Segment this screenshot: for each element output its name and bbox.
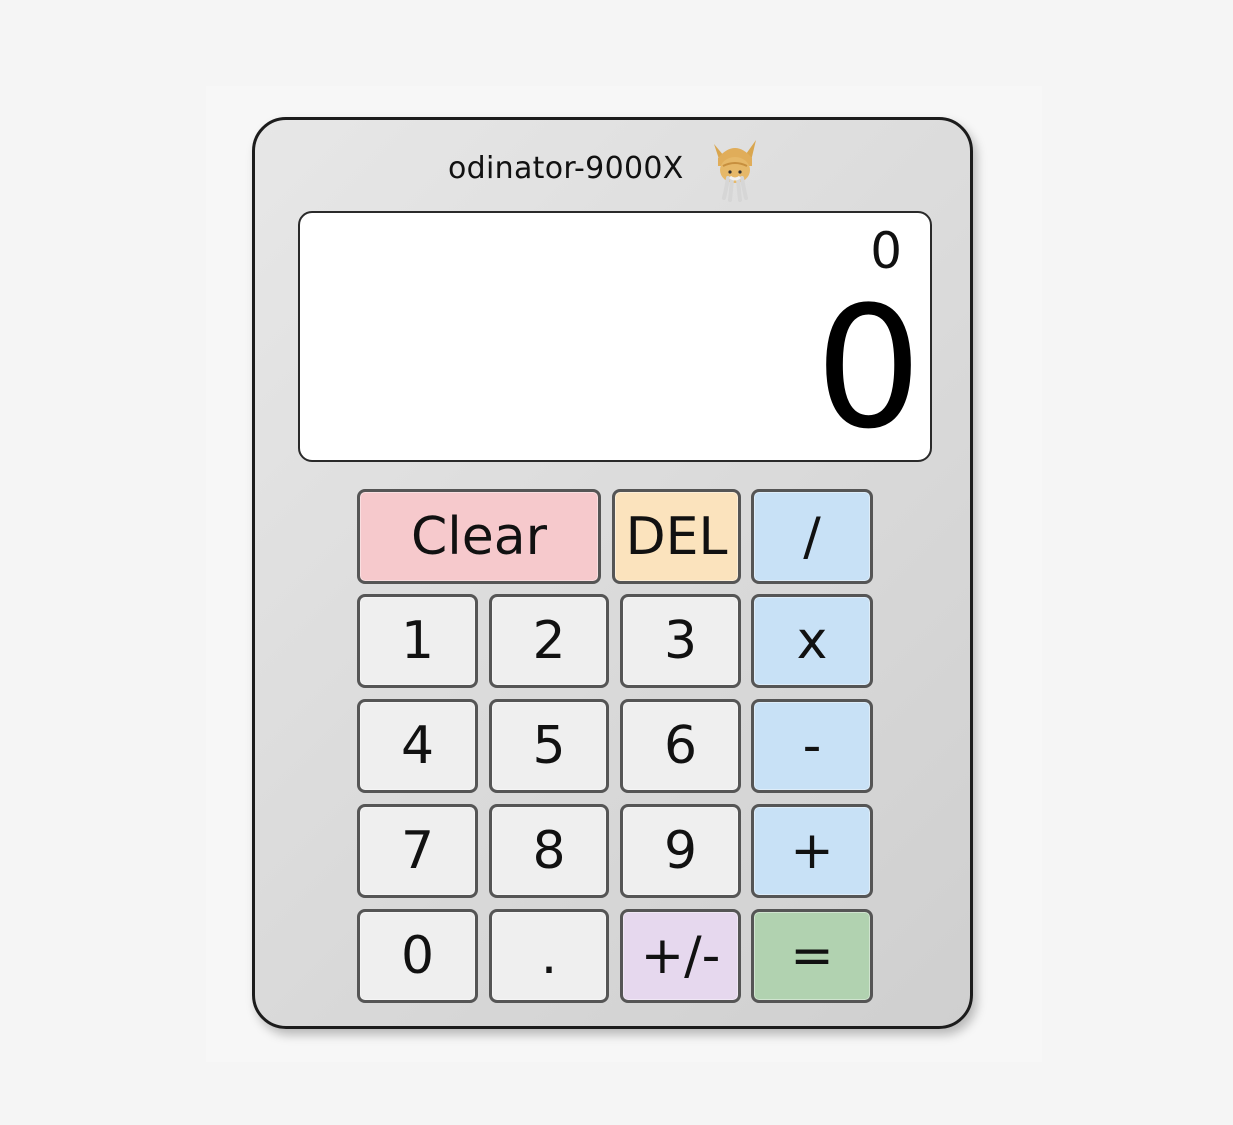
decimal-button[interactable]: . [489,909,609,1003]
negate-button[interactable]: +/- [620,909,741,1003]
delete-button[interactable]: DEL [612,489,741,584]
digit-6-button[interactable]: 6 [620,699,741,793]
current-value: 0 [815,270,922,466]
digit-7-button[interactable]: 7 [357,804,478,898]
brand-title: odinator-9000X [448,151,684,186]
digit-1-button[interactable]: 1 [357,594,478,688]
divide-button[interactable]: / [751,489,873,584]
viking-cat-icon [706,136,764,202]
calculator-display: 0 0 [298,211,932,462]
add-button[interactable]: + [751,804,873,898]
multiply-button[interactable]: x [751,594,873,688]
page: odinator-9000X 0 0 Clear DEL / 1 2 3 x 4… [0,0,1233,1125]
digit-4-button[interactable]: 4 [357,699,478,793]
equals-button[interactable]: = [751,909,873,1003]
digit-2-button[interactable]: 2 [489,594,609,688]
digit-8-button[interactable]: 8 [489,804,609,898]
digit-5-button[interactable]: 5 [489,699,609,793]
digit-0-button[interactable]: 0 [357,909,478,1003]
digit-9-button[interactable]: 9 [620,804,741,898]
digit-3-button[interactable]: 3 [620,594,741,688]
subtract-button[interactable]: - [751,699,873,793]
clear-button[interactable]: Clear [357,489,601,584]
